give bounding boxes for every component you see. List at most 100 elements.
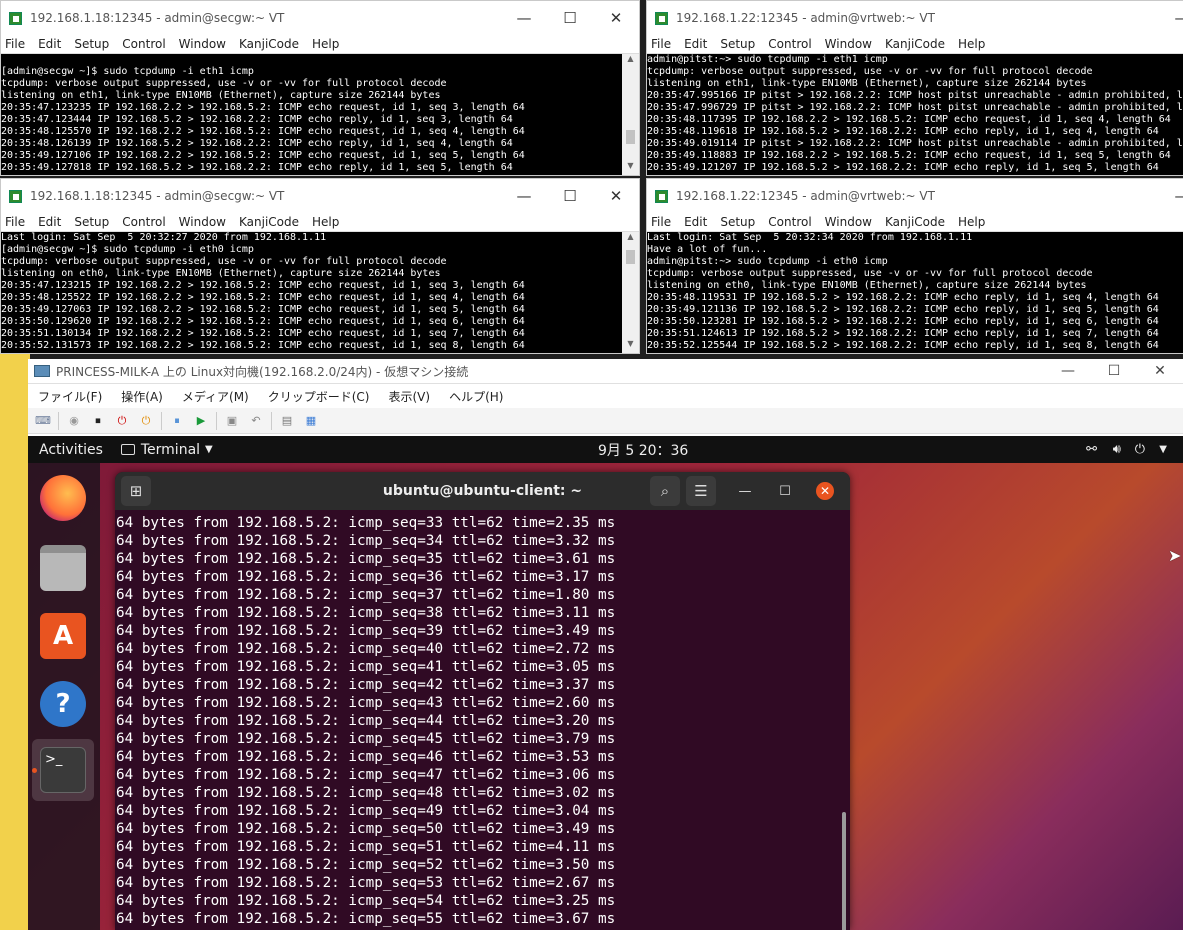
teraterm-window-secgw-eth0[interactable]: 192.168.1.18:12345 - admin@secgw:~ VT — … <box>0 178 640 354</box>
menu-edit[interactable]: Edit <box>38 215 61 229</box>
help-icon[interactable]: ? <box>40 681 86 727</box>
terminal-icon[interactable]: >_ <box>40 747 86 793</box>
close-icon[interactable]: ✕ <box>1137 363 1183 379</box>
minimize-icon[interactable]: — <box>501 9 547 27</box>
menu-media[interactable]: メディア(M) <box>182 388 249 405</box>
menu-setup[interactable]: Setup <box>720 215 755 229</box>
menu-file[interactable]: ファイル(F) <box>38 388 102 405</box>
scrollbar[interactable]: ▲ ▼ <box>622 232 639 353</box>
revert-icon[interactable]: ↶ <box>247 412 265 430</box>
teraterm-window-vrtweb-eth0[interactable]: 192.168.1.22:12345 - admin@vrtweb:~ VT —… <box>646 178 1183 354</box>
share-icon[interactable]: ▦ <box>302 412 320 430</box>
close-icon[interactable]: ✕ <box>816 482 834 500</box>
firefox-icon[interactable] <box>40 475 86 521</box>
menu-help[interactable]: Help <box>312 37 339 51</box>
scroll-thumb[interactable] <box>626 130 635 144</box>
maximize-icon[interactable]: ☐ <box>547 9 593 27</box>
menu-window[interactable]: Window <box>825 37 872 51</box>
minimize-icon[interactable]: — <box>1159 9 1183 27</box>
minimize-icon[interactable]: — <box>1159 187 1183 205</box>
scroll-down-icon[interactable]: ▼ <box>622 161 639 175</box>
minimize-icon[interactable]: — <box>501 187 547 205</box>
title-bar[interactable]: 192.168.1.18:12345 - admin@secgw:~ VT — … <box>1 1 639 35</box>
menu-setup[interactable]: Setup <box>720 37 755 51</box>
minimize-icon[interactable]: — <box>736 482 754 500</box>
menu-file[interactable]: File <box>651 37 671 51</box>
title-bar[interactable]: PRINCESS-MILK-A 上の Linux対向機(192.168.2.0/… <box>28 359 1183 384</box>
menu-edit[interactable]: Edit <box>684 37 707 51</box>
menu-file[interactable]: File <box>651 215 671 229</box>
menu-setup[interactable]: Setup <box>74 215 109 229</box>
terminal-output[interactable]: [admin@secgw ~]$ sudo tcpdump -i eth1 ic… <box>1 54 622 175</box>
menu-kanjicode[interactable]: KanjiCode <box>239 215 299 229</box>
minimize-icon[interactable]: — <box>1045 363 1091 379</box>
menu-edit[interactable]: Edit <box>38 37 61 51</box>
clock[interactable]: 9月 5 20：36 <box>598 440 688 460</box>
terminal-window[interactable]: ⊞ ubuntu@ubuntu-client: ~ ⌕ ☰ — ☐ ✕ 64 b… <box>115 472 850 930</box>
menu-window[interactable]: Window <box>179 215 226 229</box>
maximize-icon[interactable]: ☐ <box>1091 363 1137 379</box>
menu-kanjicode[interactable]: KanjiCode <box>885 215 945 229</box>
teraterm-window-vrtweb-eth1[interactable]: 192.168.1.22:12345 - admin@vrtweb:~ VT —… <box>646 0 1183 176</box>
network-icon[interactable]: ⚯ <box>1086 442 1097 457</box>
title-bar[interactable]: 192.168.1.18:12345 - admin@secgw:~ VT — … <box>1 179 639 213</box>
scroll-thumb[interactable] <box>626 250 635 264</box>
terminal-output[interactable]: Last login: Sat Sep 5 20:32:34 2020 from… <box>647 232 1183 353</box>
guest-desktop[interactable]: Activities Terminal ▼ 9月 5 20：36 ⚯ 🔊︎ ⏻ … <box>28 436 1183 930</box>
menu-window[interactable]: Window <box>179 37 226 51</box>
volume-icon[interactable]: 🔊︎ <box>1113 442 1121 457</box>
menu-window[interactable]: Window <box>825 215 872 229</box>
menu-file[interactable]: File <box>5 215 25 229</box>
vm-connection-window[interactable]: PRINCESS-MILK-A 上の Linux対向機(192.168.2.0/… <box>28 359 1183 930</box>
teraterm-window-secgw-eth1[interactable]: 192.168.1.18:12345 - admin@secgw:~ VT — … <box>0 0 640 176</box>
app-menu[interactable]: Terminal ▼ <box>120 442 213 458</box>
new-tab-icon[interactable]: ⊞ <box>121 476 151 506</box>
system-menu-caret-icon[interactable]: ▼ <box>1159 444 1167 455</box>
ctrl-alt-del-icon[interactable]: ⌨ <box>34 412 52 430</box>
scroll-down-icon[interactable]: ▼ <box>622 339 639 353</box>
title-bar[interactable]: 192.168.1.22:12345 - admin@vrtweb:~ VT — <box>647 1 1183 35</box>
menu-help[interactable]: Help <box>958 215 985 229</box>
menu-control[interactable]: Control <box>122 37 165 51</box>
menu-file[interactable]: File <box>5 37 25 51</box>
terminal-output[interactable]: admin@pitst:~> sudo tcpdump -i eth1 icmp… <box>647 54 1183 175</box>
terminal-headerbar[interactable]: ⊞ ubuntu@ubuntu-client: ~ ⌕ ☰ — ☐ ✕ <box>115 472 850 510</box>
close-icon[interactable]: ✕ <box>593 187 639 205</box>
title-bar[interactable]: 192.168.1.22:12345 - admin@vrtweb:~ VT — <box>647 179 1183 213</box>
shutdown-icon[interactable]: ⏻ <box>113 412 131 430</box>
turn-off-icon[interactable]: ⏹ <box>89 412 107 430</box>
menu-action[interactable]: 操作(A) <box>121 388 163 405</box>
pause-icon[interactable]: ⏸ <box>168 412 186 430</box>
terminal-output[interactable]: 64 bytes from 192.168.5.2: icmp_seq=33 t… <box>115 510 850 930</box>
checkpoint-icon[interactable]: ▣ <box>223 412 241 430</box>
scrollbar[interactable]: ▲ ▼ <box>622 54 639 175</box>
scroll-up-icon[interactable]: ▲ <box>622 232 639 246</box>
scrollbar-thumb[interactable] <box>842 812 846 930</box>
menu-help[interactable]: ヘルプ(H) <box>449 388 503 405</box>
close-icon[interactable]: ✕ <box>593 9 639 27</box>
hamburger-menu-icon[interactable]: ☰ <box>686 476 716 506</box>
resume-icon[interactable]: ▶ <box>192 412 210 430</box>
enhanced-session-icon[interactable]: ▤ <box>278 412 296 430</box>
search-icon[interactable]: ⌕ <box>650 476 680 506</box>
terminal-output[interactable]: Last login: Sat Sep 5 20:32:27 2020 from… <box>1 232 622 353</box>
activities-button[interactable]: Activities <box>39 442 103 458</box>
menu-view[interactable]: 表示(V) <box>389 388 431 405</box>
menu-help[interactable]: Help <box>312 215 339 229</box>
menu-help[interactable]: Help <box>958 37 985 51</box>
menu-setup[interactable]: Setup <box>74 37 109 51</box>
menu-kanjicode[interactable]: KanjiCode <box>239 37 299 51</box>
maximize-icon[interactable]: ☐ <box>547 187 593 205</box>
menu-control[interactable]: Control <box>768 215 811 229</box>
start-icon[interactable]: ◉ <box>65 412 83 430</box>
scroll-up-icon[interactable]: ▲ <box>622 54 639 68</box>
menu-edit[interactable]: Edit <box>684 215 707 229</box>
maximize-icon[interactable]: ☐ <box>776 482 794 500</box>
software-icon[interactable]: A <box>40 613 86 659</box>
save-icon[interactable]: ⏻ <box>137 412 155 430</box>
menu-kanjicode[interactable]: KanjiCode <box>885 37 945 51</box>
files-icon[interactable] <box>40 545 86 591</box>
menu-clipboard[interactable]: クリップボード(C) <box>268 388 370 405</box>
power-icon[interactable]: ⏻ <box>1135 442 1145 457</box>
menu-control[interactable]: Control <box>768 37 811 51</box>
